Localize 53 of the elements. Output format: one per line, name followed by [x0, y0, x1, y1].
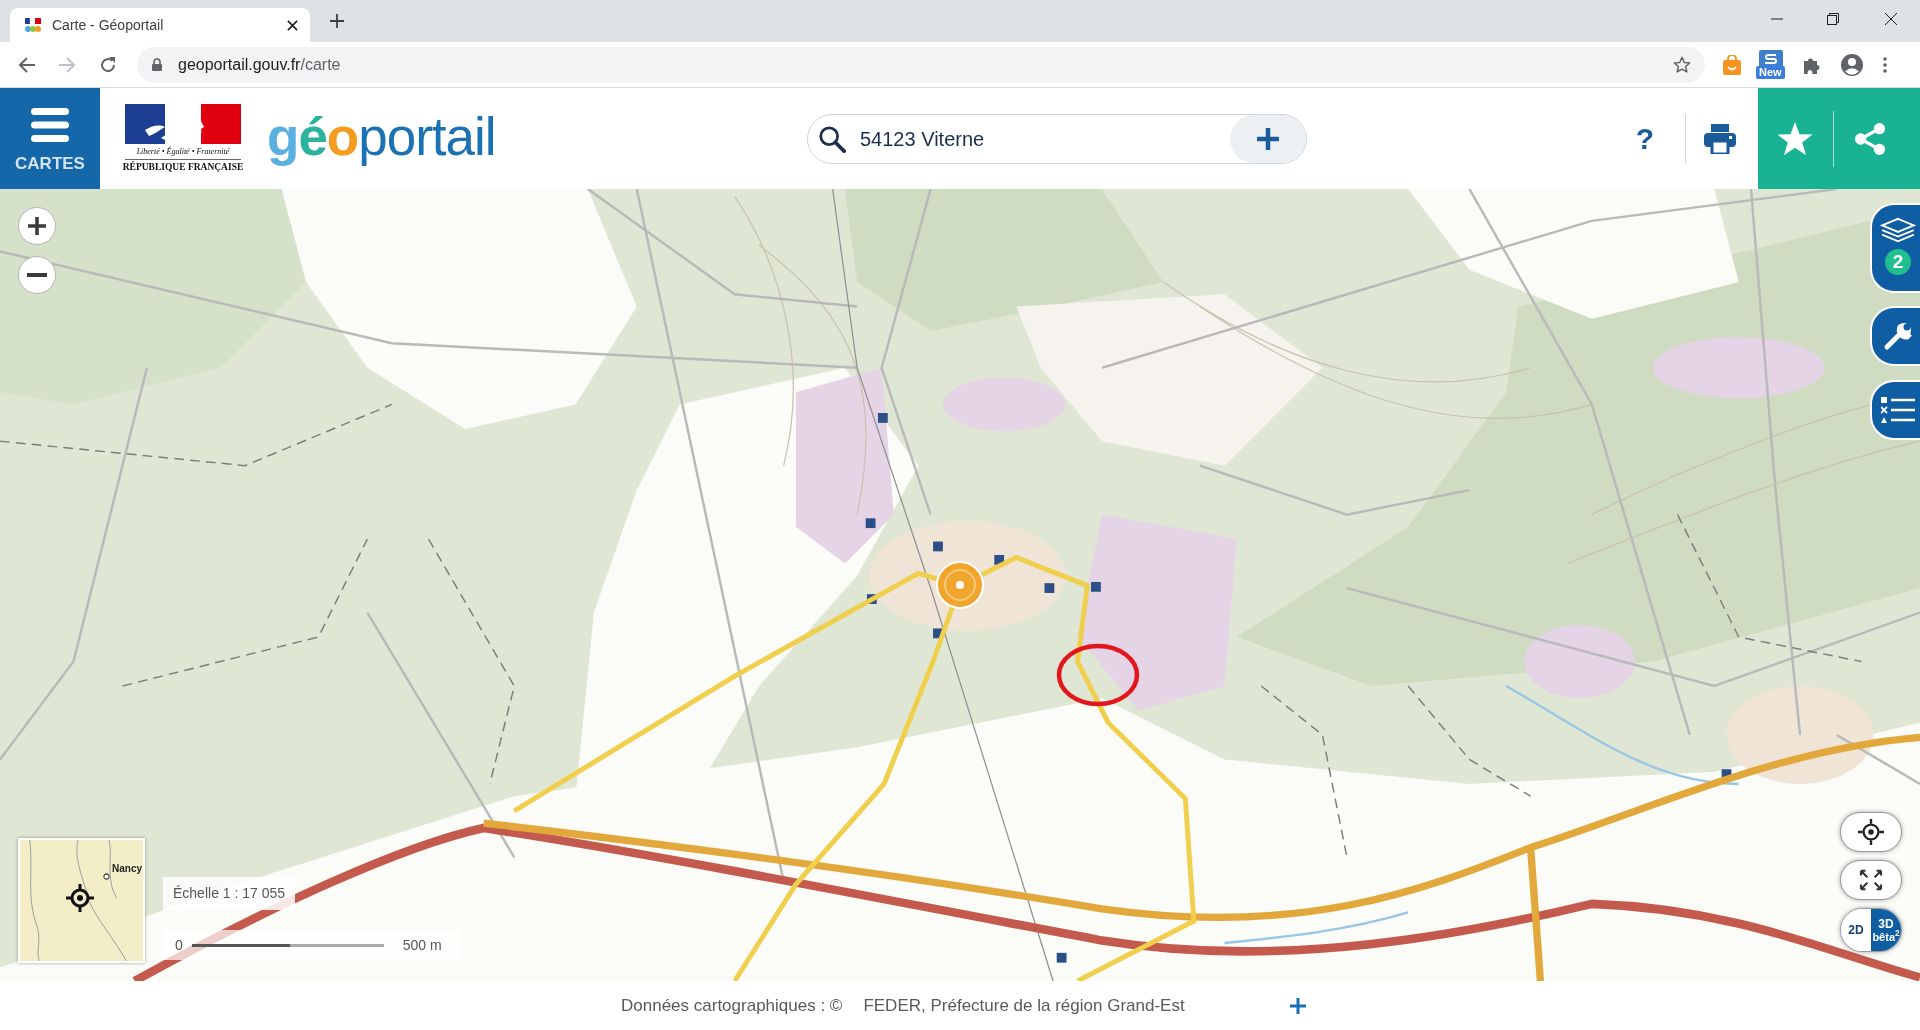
profile-icon[interactable] [1841, 53, 1863, 76]
attribution-text: Données cartographiques : © [621, 994, 843, 1017]
wrench-icon [1883, 321, 1913, 351]
view-mode-button[interactable]: 3D bêta$^{2}$ [1871, 909, 1901, 951]
republic-name-text: RÉPUBLIQUE FRANÇAISE [122, 162, 244, 173]
search-bar[interactable]: 54123 Viterne [807, 113, 1307, 164]
search-field[interactable]: 54123 Viterne [860, 123, 1230, 154]
overview-map[interactable]: Nancy [18, 838, 145, 963]
extension-icon[interactable] [1759, 49, 1783, 68]
list-icon [1881, 396, 1915, 424]
url-text: geoportail.gouv.fr/carte [178, 54, 341, 75]
plus-icon [27, 216, 47, 236]
flag-emblem-icon [125, 104, 241, 144]
scale-label: Échelle 1 : 17 055 [163, 877, 296, 910]
back-icon[interactable] [18, 55, 36, 74]
bookmark-star-icon[interactable] [1673, 55, 1691, 74]
scale-bar-icon [191, 943, 384, 947]
legend-tab[interactable] [1870, 380, 1920, 440]
city-label: Nancy [112, 864, 142, 874]
motto-text: Liberté • Égalité • Fraternité [136, 147, 230, 157]
close-icon[interactable] [1885, 13, 1897, 25]
minus-icon [27, 273, 47, 277]
location-marker-icon[interactable] [936, 561, 984, 609]
attribution-text: FEDER, Préfecture de la région Grand-Est [863, 994, 1185, 1017]
printer-icon[interactable] [1704, 123, 1736, 154]
plus-icon [1257, 127, 1279, 150]
star-icon[interactable] [1777, 121, 1813, 156]
lock-icon [152, 58, 162, 71]
scale-start-label: 0 [175, 935, 183, 955]
menu-icon [31, 108, 69, 142]
browser-tab[interactable]: Carte - Géoportail [10, 8, 310, 42]
reload-icon[interactable] [99, 55, 117, 74]
layers-icon [1880, 217, 1916, 245]
restore-icon[interactable] [1827, 13, 1839, 25]
help-button[interactable]: ? [1630, 123, 1660, 154]
close-icon[interactable] [287, 19, 298, 31]
more-options-icon[interactable] [1883, 56, 1887, 73]
crosshair-icon [66, 884, 94, 912]
plus-icon[interactable] [1290, 997, 1306, 1014]
scale-end-label: 500 m [402, 935, 442, 955]
share-icon[interactable] [1854, 122, 1886, 155]
address-bar[interactable]: geoportail.gouv.fr/carte [137, 46, 1705, 83]
crosshair-icon [1858, 819, 1884, 845]
tools-tab[interactable] [1870, 306, 1920, 366]
layer-count-badge: 2 [1885, 249, 1911, 275]
maps-menu-button[interactable]: CARTES [0, 88, 100, 189]
fullscreen-icon [1859, 869, 1883, 891]
add-button[interactable] [1230, 114, 1306, 163]
geoportail-logo-text[interactable]: géoportail [267, 110, 496, 167]
search-icon[interactable] [818, 124, 846, 153]
favicon-icon [25, 17, 41, 33]
city-dot-icon [103, 873, 110, 880]
new-tab-icon[interactable] [330, 14, 344, 28]
